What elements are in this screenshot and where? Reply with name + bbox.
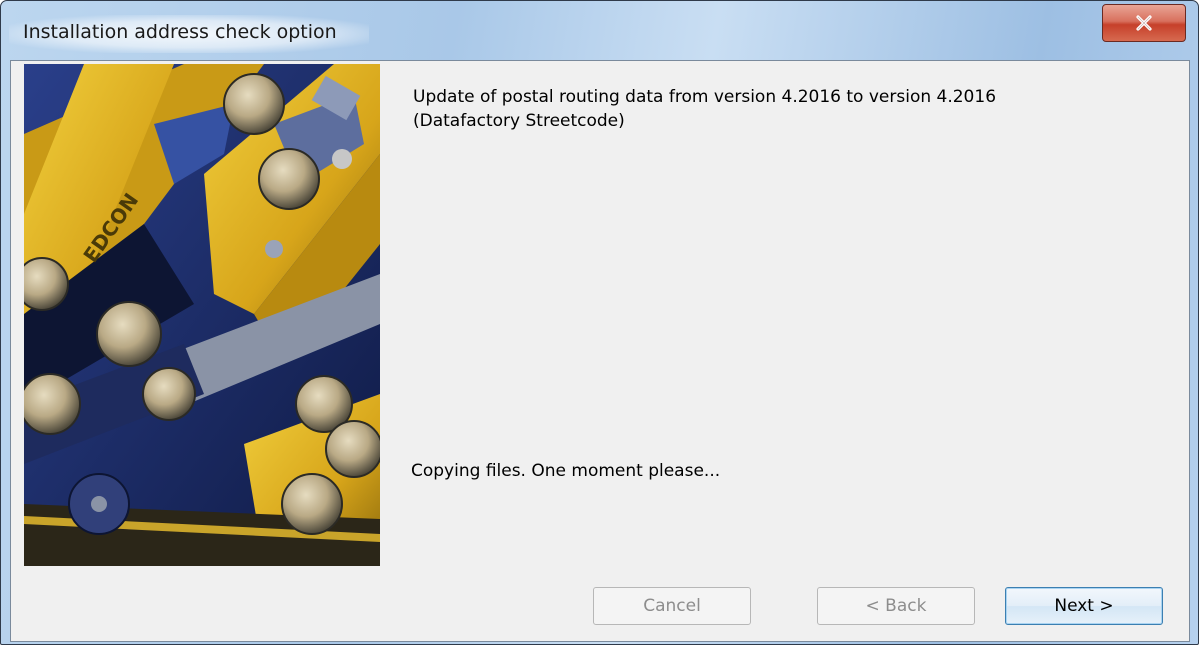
close-button[interactable] — [1102, 4, 1186, 42]
cancel-button[interactable]: Cancel — [593, 587, 751, 625]
next-button[interactable]: Next > — [1005, 587, 1163, 625]
banner-image: EDCON — [24, 64, 380, 566]
update-description-line2: (Datafactory Streetcode) — [413, 111, 625, 131]
banner-illustration: EDCON — [24, 64, 380, 566]
close-icon — [1136, 15, 1152, 31]
window-title: Installation address check option — [23, 21, 337, 43]
update-description-line1: Update of postal routing data from versi… — [413, 87, 997, 107]
dialog-client-area: EDCON Update of postal routing data from — [10, 60, 1190, 642]
update-description: Update of postal routing data from versi… — [413, 85, 1173, 133]
installer-window: Installation address check option EDCON … — [0, 0, 1199, 645]
status-message: Copying files. One moment please... — [411, 461, 721, 481]
back-button[interactable]: < Back — [817, 587, 975, 625]
title-bar[interactable]: Installation address check option — [1, 1, 1198, 59]
